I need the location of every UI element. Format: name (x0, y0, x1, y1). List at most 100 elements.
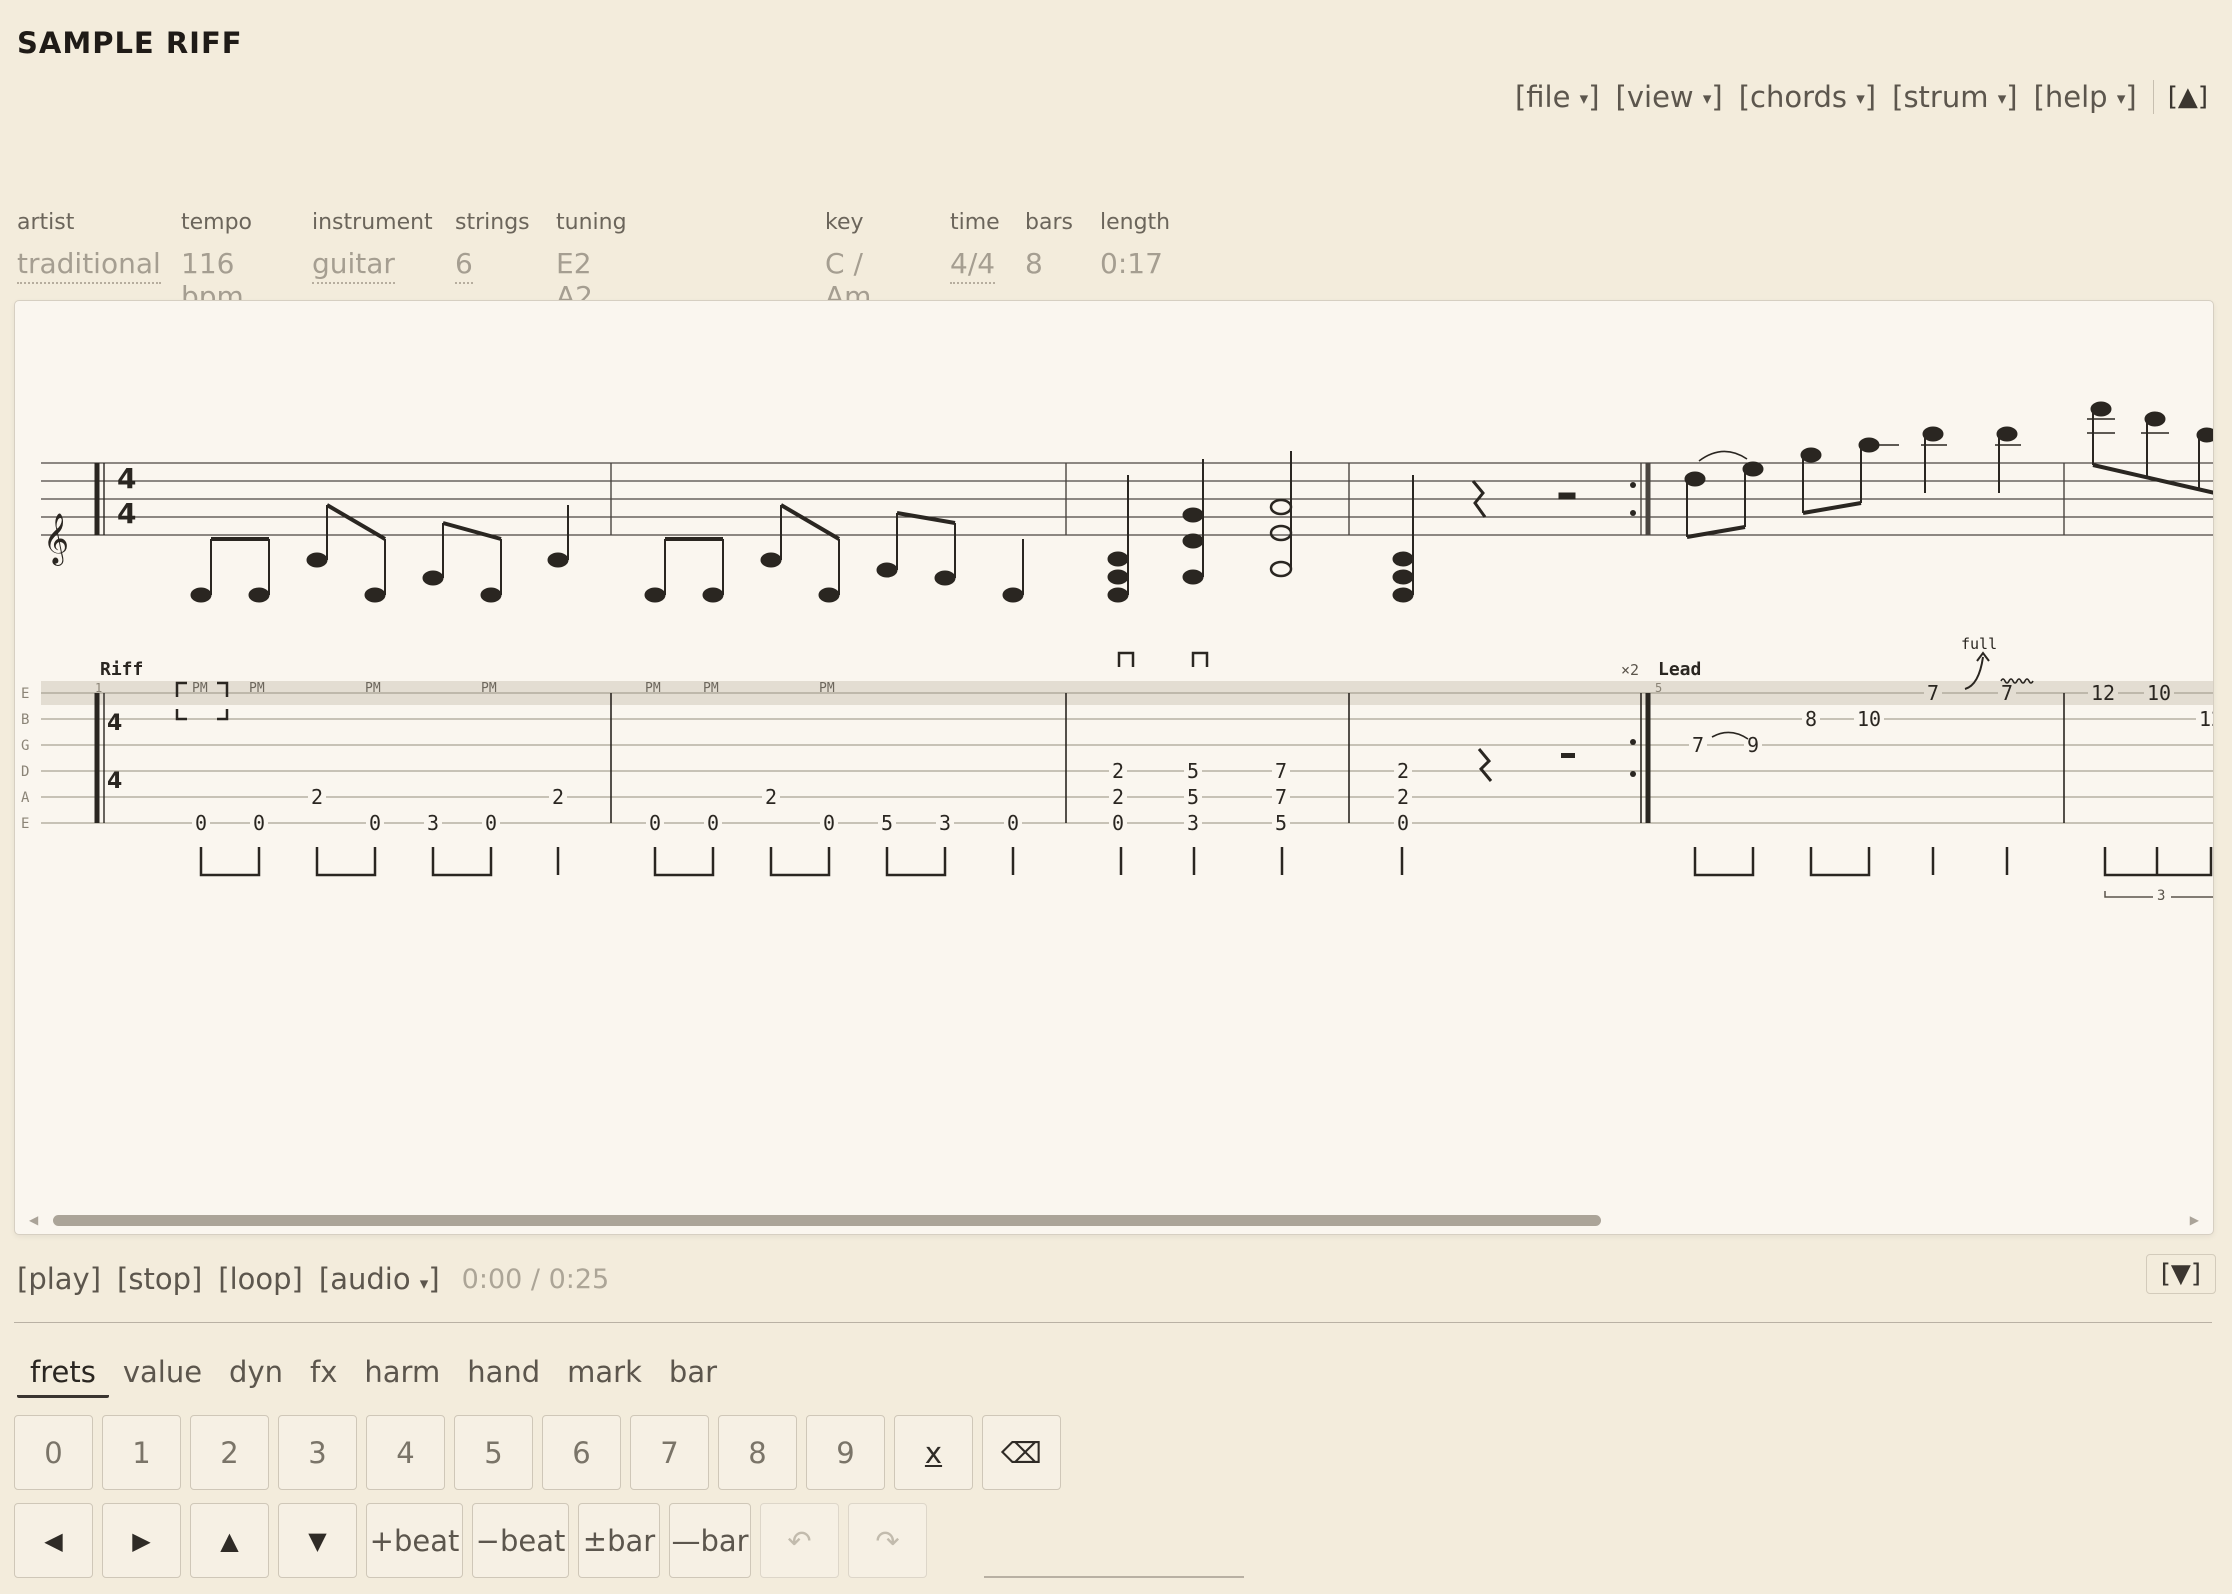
mute-note-button[interactable]: x (894, 1415, 973, 1490)
tab-fret-number[interactable]: 7 (1275, 785, 1287, 809)
fret-key-4[interactable]: 4 (366, 1415, 445, 1490)
strings-field[interactable]: 6 (455, 247, 473, 284)
fret-key-3[interactable]: 3 (278, 1415, 357, 1490)
tab-fret-number[interactable]: 3 (427, 811, 439, 835)
fret-key-9[interactable]: 9 (806, 1415, 885, 1490)
meta-label: key (825, 210, 864, 235)
fret-key-0[interactable]: 0 (14, 1415, 93, 1490)
tab-fret-number[interactable]: 2 (765, 785, 777, 809)
tab-fret-number[interactable]: 5 (1187, 785, 1199, 809)
tab-fret-number[interactable]: 3 (939, 811, 951, 835)
repeat-dot (1630, 771, 1636, 777)
rhythm-beam (653, 847, 715, 877)
expand-header-button[interactable]: [▲] (2152, 80, 2216, 114)
tab-mark[interactable]: mark (554, 1355, 655, 1398)
file-menu[interactable]: [file ▾] (1515, 80, 1600, 114)
tab-fret-number[interactable]: 2 (552, 785, 564, 809)
score-view[interactable]: 𝄞 4 4 Riff ×2 Lead E B G D A E 1 5 4 4 P… (14, 300, 2214, 1235)
tab-fret-number[interactable]: 12 (2091, 681, 2115, 705)
artist-field[interactable]: traditional (17, 247, 161, 284)
tab-fret-number[interactable]: 7 (1927, 681, 1939, 705)
scrollbar-thumb[interactable] (53, 1215, 1601, 1226)
string-name: B (21, 712, 29, 728)
tab-fret-number[interactable]: 10 (2147, 681, 2171, 705)
view-menu-close: ] (1711, 80, 1723, 114)
tab-fx[interactable]: fx (297, 1355, 350, 1398)
stop-button[interactable]: [stop] (117, 1262, 202, 1296)
fret-key-7[interactable]: 7 (630, 1415, 709, 1490)
beam (2092, 463, 2213, 495)
tab-hand[interactable]: hand (454, 1355, 553, 1398)
tab-fret-number[interactable]: 7 (1692, 733, 1704, 757)
cursor-left-button[interactable]: ◀ (14, 1503, 93, 1578)
undo-button[interactable]: ↶ (760, 1503, 839, 1578)
fret-key-6[interactable]: 6 (542, 1415, 621, 1490)
tab-fret-number[interactable]: 2 (311, 785, 323, 809)
horizontal-scrollbar[interactable]: ◀ ▶ (29, 1213, 2199, 1227)
tab-fret-number[interactable]: 0 (649, 811, 661, 835)
tab-fret-number[interactable]: 5 (1275, 811, 1287, 835)
cursor-right-button[interactable]: ▶ (102, 1503, 181, 1578)
backspace-icon[interactable]: ⌫ (982, 1415, 1061, 1490)
help-menu[interactable]: [help ▾] (2034, 80, 2137, 114)
note (1107, 587, 1129, 603)
fret-key-8[interactable]: 8 (718, 1415, 797, 1490)
tab-fret-number[interactable]: 7 (2001, 681, 2013, 705)
tab-fret-number[interactable]: 0 (369, 811, 381, 835)
loop-button[interactable]: [loop] (218, 1262, 303, 1296)
tab-fret-number[interactable]: 10 (1857, 707, 1881, 731)
fret-key-5[interactable]: 5 (454, 1415, 533, 1490)
tab-fret-number[interactable]: 8 (1805, 707, 1817, 731)
tab-fret-number[interactable]: 9 (1747, 733, 1759, 757)
scroll-left-icon[interactable]: ◀ (29, 1213, 38, 1227)
tab-dyn[interactable]: dyn (216, 1355, 296, 1398)
tab-fret-number[interactable]: 2 (1397, 785, 1409, 809)
note (306, 552, 328, 568)
tab-fret-number[interactable]: 0 (195, 811, 207, 835)
tab-fret-number[interactable]: 0 (253, 811, 265, 835)
tab-fret-number[interactable]: 0 (1007, 811, 1019, 835)
tab-value[interactable]: value (110, 1355, 215, 1398)
tab-fret-number[interactable]: 5 (1187, 759, 1199, 783)
scroll-right-icon[interactable]: ▶ (2190, 1213, 2199, 1227)
fret-key-2[interactable]: 2 (190, 1415, 269, 1490)
time-sig-bottom: 4 (117, 497, 136, 530)
tab-fret-number[interactable]: 5 (881, 811, 893, 835)
play-button[interactable]: [play] (17, 1262, 101, 1296)
time-field[interactable]: 4/4 (950, 247, 996, 284)
tab-fret-number[interactable]: 2 (1112, 759, 1124, 783)
view-menu-label: [view (1615, 80, 1694, 114)
tab-fret-number[interactable]: 0 (485, 811, 497, 835)
remove-beat-button[interactable]: −beat (472, 1503, 569, 1578)
audio-menu[interactable]: [audio ▾] (319, 1262, 440, 1296)
tab-fret-number[interactable]: 0 (1397, 811, 1409, 835)
rhythm-beam (2103, 847, 2213, 877)
tab-fret-number[interactable]: 2 (1112, 785, 1124, 809)
remove-bar-button[interactable]: —bar (669, 1503, 751, 1578)
tab-fret-number[interactable]: 3 (1187, 811, 1199, 835)
add-beat-button[interactable]: +beat (366, 1503, 463, 1578)
tab-fret-number[interactable]: 0 (823, 811, 835, 835)
note (1107, 569, 1129, 585)
chords-menu[interactable]: [chords ▾] (1739, 80, 1876, 114)
collapse-panel-button[interactable]: [▼] (2145, 1254, 2216, 1294)
tab-fret-number[interactable]: 2 (1397, 759, 1409, 783)
string-down-button[interactable]: ▼ (278, 1503, 357, 1578)
redo-button[interactable]: ↷ (848, 1503, 927, 1578)
instrument-field[interactable]: guitar (312, 247, 395, 284)
tab-fret-number[interactable]: 0 (707, 811, 719, 835)
beam (896, 511, 956, 525)
tab-fret-number[interactable]: 12 (2199, 707, 2214, 731)
tab-frets[interactable]: frets (17, 1355, 109, 1398)
string-up-button[interactable]: ▲ (190, 1503, 269, 1578)
tab-bar[interactable]: bar (656, 1355, 730, 1398)
tab-fret-number[interactable]: 0 (1112, 811, 1124, 835)
tab-harm[interactable]: harm (351, 1355, 453, 1398)
tab-fret-number[interactable]: 7 (1275, 759, 1287, 783)
score-canvas[interactable]: 𝄞 4 4 Riff ×2 Lead E B G D A E 1 5 4 4 P… (15, 301, 2214, 1235)
half-rest-icon (1558, 492, 1576, 500)
view-menu[interactable]: [view ▾] (1616, 80, 1723, 114)
fret-key-1[interactable]: 1 (102, 1415, 181, 1490)
strum-menu[interactable]: [strum ▾] (1892, 80, 2017, 114)
add-bar-button[interactable]: ±bar (578, 1503, 660, 1578)
